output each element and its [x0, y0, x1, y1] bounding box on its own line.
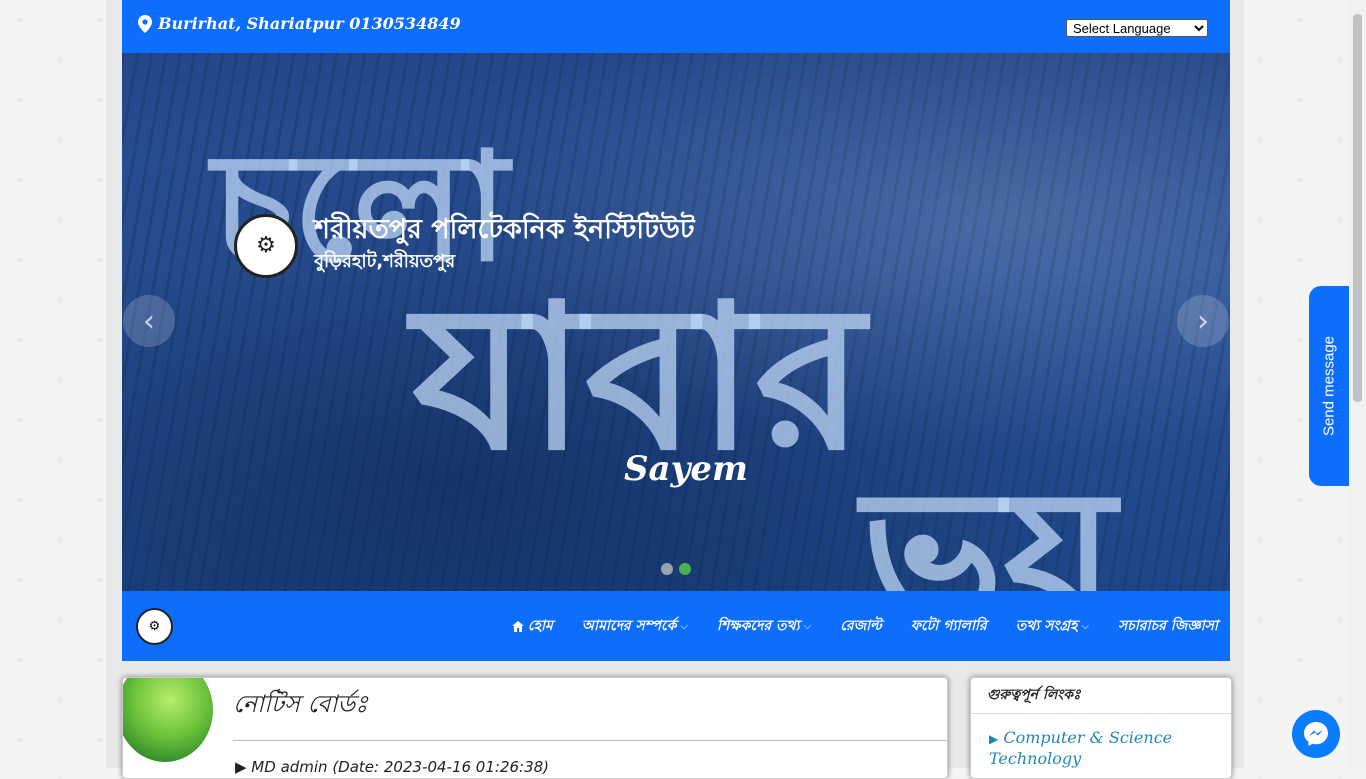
top-bar: Burirhat, Shariatpur 0130534849 Select L… — [122, 0, 1230, 53]
send-message-label: Send message — [1320, 335, 1338, 437]
nav-item-label: শিক্ষকদের তথ্য — [716, 618, 800, 634]
institute-name: শরীয়তপুর পলিটেকনিক ইনস্টিটিউট — [314, 214, 695, 245]
nav-item-info[interactable]: তথ্য সংগ্রহ ⌵ — [1016, 614, 1089, 638]
nav-item-label: তথ্য সংগ্রহ — [1015, 618, 1078, 634]
scrollbar-thumb[interactable] — [1353, 14, 1362, 402]
notice-item[interactable]: ▶ MD admin (Date: 2023-04-16 01:26:38) — [235, 758, 549, 776]
link-label: Computer & Science Technology — [989, 728, 1173, 768]
nav-logo[interactable]: ⚙ — [136, 608, 173, 645]
slide-caption: Sayem — [624, 449, 748, 489]
slider-next-button[interactable]: › — [1177, 295, 1229, 347]
nav-item-about[interactable]: আমাদের সম্পর্কে ⌵ — [582, 614, 688, 638]
nav-item-label: সচারাচর জিজ্ঞাসা — [1117, 618, 1218, 634]
notice-title: নোটিস বোর্ডঃ — [233, 690, 368, 718]
chevron-right-icon: › — [1197, 303, 1209, 339]
language-select[interactable]: Select Language — [1066, 19, 1208, 37]
address-text: Burirhat, Shariatpur 0130534849 — [158, 14, 461, 33]
hero-slider: চলো যাবার ভয় ⚙ শরীয়তপুর পলিটেকনিক ইনস্… — [122, 53, 1230, 591]
scrollbar[interactable] — [1349, 0, 1366, 768]
slider-indicators — [661, 563, 691, 575]
main-navbar: ⚙ হোম আমাদের সম্পর্কে ⌵ শিক্ষকদের তথ্য ⌵… — [122, 591, 1230, 661]
nav-item-label: রেজাল্ট — [840, 618, 882, 634]
hero-bg-text: ভয় — [862, 448, 1116, 591]
chevron-left-icon: ‹ — [143, 303, 155, 339]
institute-logo: ⚙ — [234, 213, 298, 278]
links-title: গুরুত্বপূর্ন লিংকঃ — [971, 678, 1231, 714]
slider-prev-button[interactable]: ‹ — [123, 295, 175, 347]
slider-dot-2[interactable] — [679, 563, 691, 575]
institute-block: ⚙ শরীয়তপুর পলিটেকনিক ইনস্টিটিউট বুড়িরহ… — [234, 213, 695, 278]
address: Burirhat, Shariatpur 0130534849 — [138, 14, 461, 33]
nav-item-label: ফটো গ্যালারি — [910, 618, 987, 634]
slider-dot-1[interactable] — [661, 563, 673, 575]
nav-item-label: আমাদের সম্পর্কে — [581, 618, 677, 634]
nav-item-faq[interactable]: সচারাচর জিজ্ঞাসা — [1118, 614, 1218, 638]
notice-board: নোটিস বোর্ডঃ ▶ MD admin (Date: 2023-04-1… — [122, 677, 948, 779]
important-links: গুরুত্বপূর্ন লিংকঃ ▶ Computer & Science … — [970, 677, 1232, 779]
messenger-icon — [1304, 722, 1328, 746]
caret-right-icon: ▶ — [989, 732, 999, 746]
nav-item-gallery[interactable]: ফটো গ্যালারি — [911, 614, 987, 638]
institute-location: বুড়িরহাট,শরীয়তপুর — [314, 251, 456, 272]
home-icon — [511, 620, 524, 632]
link-item[interactable]: ▶ Computer & Science Technology — [971, 714, 1231, 769]
chevron-down-icon: ⌵ — [1081, 620, 1089, 632]
nav-item-result[interactable]: রেজাল্ট — [840, 614, 882, 638]
nav-item-teachers[interactable]: শিক্ষকদের তথ্য ⌵ — [717, 614, 811, 638]
location-pin-icon — [138, 14, 152, 33]
nav-item-label: হোম — [527, 618, 553, 634]
globe-icon — [123, 678, 213, 762]
nav-item-home[interactable]: হোম — [511, 614, 553, 638]
divider — [233, 740, 947, 741]
messenger-chat-button[interactable] — [1292, 710, 1340, 758]
send-message-button[interactable]: Send message — [1309, 286, 1349, 486]
chevron-down-icon: ⌵ — [803, 620, 812, 632]
nav-menu: হোম আমাদের সম্পর্কে ⌵ শিক্ষকদের তথ্য ⌵ র… — [511, 591, 1218, 661]
chevron-down-icon: ⌵ — [680, 620, 688, 632]
